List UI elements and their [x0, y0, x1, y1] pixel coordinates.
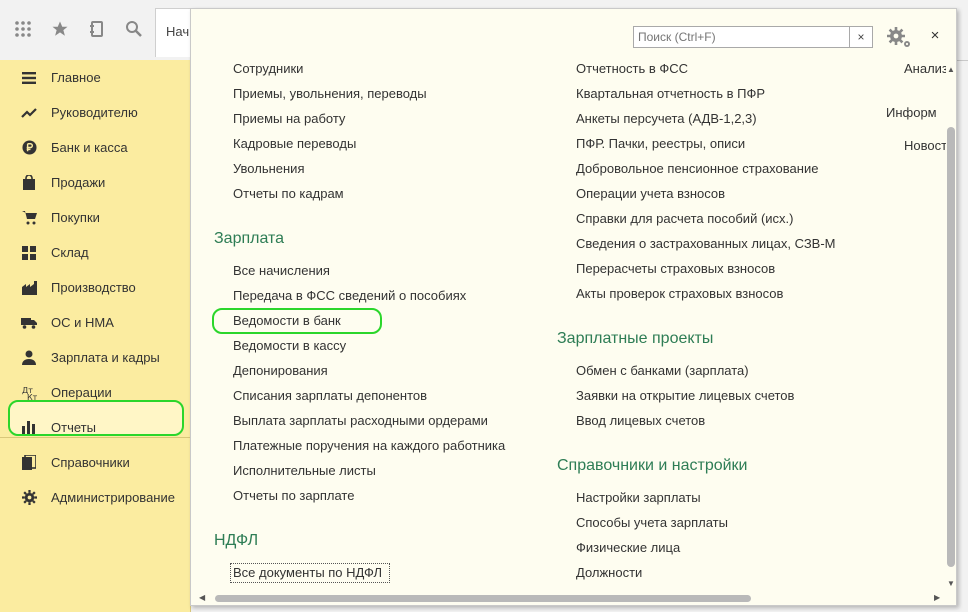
link-contribution-recalculations[interactable]: Перерасчеты страховых взносов: [576, 261, 775, 276]
link-account-opening-requests[interactable]: Заявки на открытие лицевых счетов: [576, 388, 794, 403]
factory-icon: [20, 279, 38, 297]
link-personal-records-forms[interactable]: Анкеты персучета (АДВ-1,2,3): [576, 111, 757, 126]
link-cash-order-payments[interactable]: Выплата зарплаты расходными ордерами: [233, 413, 488, 428]
history-icon[interactable]: [86, 18, 108, 40]
link-bank-exchange[interactable]: Обмен с банками (зарплата): [576, 363, 749, 378]
link-pfr-quarterly[interactable]: Квартальная отчетность в ПФР: [576, 86, 765, 101]
sidebar-item-assets[interactable]: ОС и НМА: [0, 305, 190, 340]
sidebar-item-sales[interactable]: Продажи: [0, 165, 190, 200]
sidebar-item-bank[interactable]: Банк и касса: [0, 130, 190, 165]
books-icon: [20, 454, 38, 472]
scroll-down-icon[interactable]: ▼: [946, 579, 956, 588]
link-news[interactable]: Новост: [904, 138, 946, 153]
link-all-accruals[interactable]: Все начисления: [233, 263, 330, 278]
link-dismissals[interactable]: Увольнения: [233, 161, 304, 176]
link-depositor-writeoffs[interactable]: Списания зарплаты депонентов: [233, 388, 427, 403]
trend-icon: [20, 104, 38, 122]
close-panel-button[interactable]: ×: [927, 27, 943, 45]
cart-icon: [20, 209, 38, 227]
section-header-salary-projects: Зарплатные проекты: [557, 330, 714, 347]
link-fss-benefits[interactable]: Передача в ФСС сведений о пособиях: [233, 288, 466, 303]
section-header-info: Информ: [886, 105, 937, 120]
clear-search-button[interactable]: ×: [849, 27, 872, 47]
warehouse-icon: [20, 244, 38, 262]
link-employees[interactable]: Сотрудники: [233, 61, 303, 76]
link-szv-m[interactable]: Сведения о застрахованных лицах, СЗВ-М: [576, 236, 836, 251]
person-icon: [20, 349, 38, 367]
bag-icon: [20, 174, 38, 192]
vertical-scrollbar[interactable]: ▲ ▼: [946, 65, 956, 591]
sidebar-item-directories[interactable]: Справочники: [0, 445, 190, 480]
apps-grid-icon[interactable]: [12, 18, 34, 40]
sidebar-item-production[interactable]: Производство: [0, 270, 190, 305]
operations-icon: Дт Кт: [20, 384, 38, 402]
section-panel: × × Сотрудники Приемы, увольнения, перев…: [190, 8, 957, 606]
link-benefit-certificates[interactable]: Справки для расчета пособий (исх.): [576, 211, 793, 226]
link-hr-reports[interactable]: Отчеты по кадрам: [233, 186, 344, 201]
scroll-right-icon[interactable]: ▶: [934, 593, 940, 602]
link-contribution-operations[interactable]: Операции учета взносов: [576, 186, 725, 201]
sidebar-item-salary-hr[interactable]: Зарплата и кадры: [0, 340, 190, 375]
link-bank-statements[interactable]: Ведомости в банк: [233, 313, 341, 328]
link-contribution-audits[interactable]: Акты проверок страховых взносов: [576, 286, 783, 301]
ruble-icon: [20, 139, 38, 157]
section-header-ndfl: НДФЛ: [214, 532, 259, 549]
horizontal-scrollbar[interactable]: ◀ ▶: [199, 593, 944, 603]
sidebar-item-operations[interactable]: Дт Кт Операции: [0, 375, 190, 410]
sidebar-item-admin[interactable]: Администрирование: [0, 480, 190, 515]
link-salary-reports[interactable]: Отчеты по зарплате: [233, 488, 354, 503]
search-icon[interactable]: [123, 18, 145, 40]
link-voluntary-pension[interactable]: Добровольное пенсионное страхование: [576, 161, 818, 176]
svg-text:Кт: Кт: [27, 393, 37, 400]
settings-gear-icon[interactable]: [885, 25, 913, 49]
link-depositing[interactable]: Депонирования: [233, 363, 328, 378]
section-header-settings: Справочники и настройки: [557, 457, 748, 474]
bar-chart-icon: [20, 419, 38, 437]
link-payment-orders-per-employee[interactable]: Платежные поручения на каждого работника: [233, 438, 505, 453]
sidebar-item-warehouse[interactable]: Склад: [0, 235, 190, 270]
link-hiring[interactable]: Приемы на работу: [233, 111, 345, 126]
horizontal-scroll-thumb[interactable]: [215, 595, 751, 602]
link-account-entry[interactable]: Ввод лицевых счетов: [576, 413, 705, 428]
section-header-salary: Зарплата: [214, 230, 285, 247]
scroll-up-icon[interactable]: ▲: [946, 65, 956, 74]
sidebar-item-reports[interactable]: Отчеты: [0, 410, 190, 445]
favorites-star-icon[interactable]: [49, 18, 71, 40]
sidebar-item-purchases[interactable]: Покупки: [0, 200, 190, 235]
search-input[interactable]: [634, 27, 852, 47]
sidebar-item-manager[interactable]: Руководителю: [0, 95, 190, 130]
link-individuals[interactable]: Физические лица: [576, 540, 680, 555]
sidebar-item-main[interactable]: Главное: [0, 60, 190, 95]
sidebar: Главное Руководителю Банк и касса Продаж…: [0, 60, 191, 612]
link-all-ndfl-documents[interactable]: Все документы по НДФЛ: [233, 565, 382, 580]
link-salary-settings[interactable]: Настройки зарплаты: [576, 490, 701, 505]
menu-lines-icon: [20, 69, 38, 87]
link-hr-transfers[interactable]: Кадровые переводы: [233, 136, 356, 151]
vertical-scroll-thumb[interactable]: [947, 127, 955, 567]
link-hiring-dismissals-transfers[interactable]: Приемы, увольнения, переводы: [233, 86, 427, 101]
link-cash-statements[interactable]: Ведомости в кассу: [233, 338, 346, 353]
search-box[interactable]: ×: [633, 26, 873, 48]
truck-icon: [20, 314, 38, 332]
link-fss-reporting[interactable]: Отчетность в ФСС: [576, 61, 688, 76]
link-writs[interactable]: Исполнительные листы: [233, 463, 376, 478]
gear-icon: [20, 489, 38, 507]
scroll-left-icon[interactable]: ◀: [199, 593, 205, 602]
link-positions[interactable]: Должности: [576, 565, 642, 580]
link-analysis[interactable]: Анализ: [904, 61, 946, 76]
link-salary-accounting-methods[interactable]: Способы учета зарплаты: [576, 515, 728, 530]
link-pfr-packs[interactable]: ПФР. Пачки, реестры, описи: [576, 136, 745, 151]
